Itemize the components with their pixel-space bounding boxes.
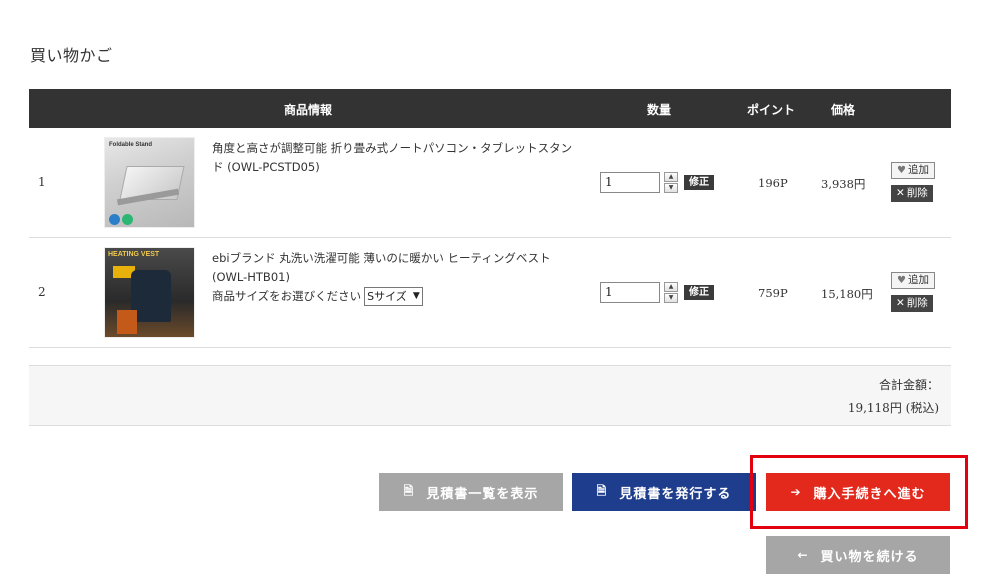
table-spacer [29, 348, 951, 366]
delete-label: 削除 [906, 297, 928, 309]
vest-illustration [131, 270, 171, 322]
thumbnail-caption: Foldable Stand [109, 142, 153, 148]
thumbnail-caption: HEATING VEST [108, 251, 160, 258]
price-value: 3,938円 [821, 177, 866, 191]
row-number: 2 [38, 285, 46, 299]
product-name-link[interactable]: ebiブランド 丸洗い洗濯可能 薄いのに暖かい ヒーティングベスト (OWL-H… [212, 249, 582, 287]
product-thumbnail[interactable]: HEATING VEST [104, 247, 195, 338]
arrow-left-icon: ← [797, 548, 809, 562]
size-selector-line: 商品サイズをお選びください Sサイズ ▼ [212, 287, 582, 306]
color-dot-green [122, 214, 133, 225]
product-info: ebiブランド 丸洗い洗濯可能 薄いのに暖かい ヒーティングベスト (OWL-H… [212, 249, 582, 306]
quantity-input[interactable]: 1 [600, 282, 660, 303]
product-name-link[interactable]: 角度と高さが調整可能 折り畳み式ノートパソコン・タブレットスタンド (OWL-P… [212, 139, 582, 177]
header-price: 価格 [831, 103, 856, 117]
cart-header: 商品情報 数量 ポイント 価格 [29, 89, 951, 128]
cart-table: 商品情報 数量 ポイント 価格 1 Foldable Stand 角度と高さが調… [29, 89, 951, 366]
add-label: 追加 [907, 164, 929, 176]
delete-label: 削除 [906, 187, 928, 199]
cart-row: 2 HEATING VEST ebiブランド 丸洗い洗濯可能 薄いのに暖かい ヒ… [29, 238, 951, 348]
update-quantity-button[interactable]: 修正 [684, 285, 714, 300]
document-icon: 🗎 [596, 483, 608, 498]
heart-icon: ♥ [897, 275, 906, 286]
issue-quote-button[interactable]: 🗎 見積書を発行する [572, 473, 756, 511]
close-icon: ✕ [896, 297, 905, 309]
size-select[interactable]: Sサイズ ▼ [364, 287, 423, 306]
total-value: 19,118円 (税込) [847, 401, 939, 415]
product-thumbnail[interactable]: Foldable Stand [104, 137, 195, 228]
document-icon: 🗎 [403, 483, 415, 498]
quantity-control: 1 ▲ ▼ 修正 [600, 172, 714, 193]
view-quote-list-button[interactable]: 🗎 見積書一覧を表示 [379, 473, 563, 511]
header-product-info: 商品情報 [284, 103, 333, 117]
points-value: 759P [758, 286, 788, 300]
stepper-up-icon[interactable]: ▲ [664, 172, 678, 182]
quantity-input[interactable]: 1 [600, 172, 660, 193]
chevron-down-icon: ▼ [412, 291, 420, 301]
points-value: 196P [758, 176, 788, 190]
total-label: 合計金額： [878, 378, 939, 392]
row-number: 1 [38, 175, 46, 189]
stepper-down-icon[interactable]: ▼ [664, 293, 678, 303]
add-favorite-button[interactable]: ♥ 追加 [891, 162, 935, 179]
size-select-value: Sサイズ [367, 290, 407, 303]
view-quote-list-label: 見積書一覧を表示 [426, 486, 539, 502]
add-favorite-button[interactable]: ♥ 追加 [891, 272, 935, 289]
checkout-highlight-frame [750, 455, 968, 529]
delete-button[interactable]: ✕ 削除 [891, 185, 933, 202]
close-icon: ✕ [896, 187, 905, 199]
price-value: 15,180円 [821, 287, 873, 301]
header-points: ポイント [747, 103, 796, 117]
add-label: 追加 [907, 274, 929, 286]
continue-shopping-label: 買い物を続ける [820, 549, 919, 565]
cart-row: 1 Foldable Stand 角度と高さが調整可能 折り畳み式ノートパソコン… [29, 128, 951, 238]
issue-quote-label: 見積書を発行する [619, 486, 732, 502]
delete-button[interactable]: ✕ 削除 [891, 295, 933, 312]
quantity-stepper[interactable]: ▲ ▼ [664, 172, 678, 193]
total-summary: 合計金額： 19,118円 (税込) [29, 366, 951, 426]
stepper-down-icon[interactable]: ▼ [664, 183, 678, 193]
size-label: 商品サイズをお選びください [212, 289, 362, 303]
quantity-control: 1 ▲ ▼ 修正 [600, 282, 714, 303]
page-title: 買い物かご [30, 46, 113, 65]
header-quantity: 数量 [647, 103, 672, 117]
heart-icon: ♥ [897, 165, 906, 176]
update-quantity-button[interactable]: 修正 [684, 175, 714, 190]
quantity-stepper[interactable]: ▲ ▼ [664, 282, 678, 303]
continue-shopping-button[interactable]: ← 買い物を続ける [766, 536, 950, 574]
color-dot-blue [109, 214, 120, 225]
battery-illustration [117, 310, 137, 334]
stepper-up-icon[interactable]: ▲ [664, 282, 678, 292]
